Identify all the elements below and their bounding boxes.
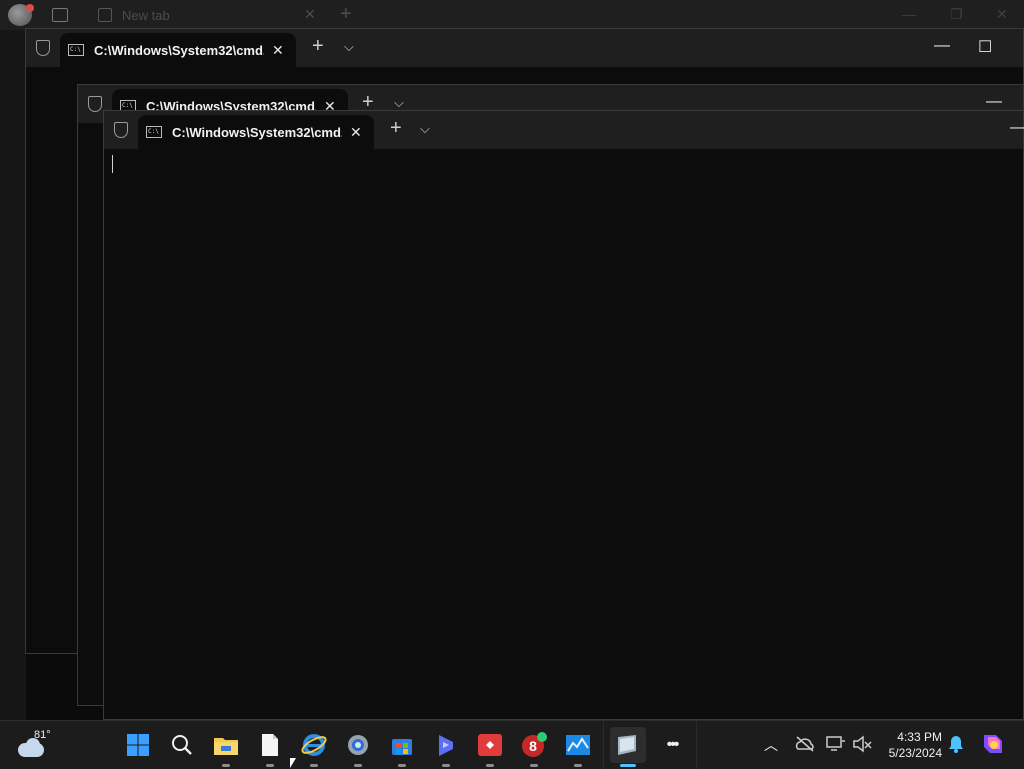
running-indicator <box>442 764 450 767</box>
terminal-taskbar-button[interactable] <box>610 727 646 767</box>
performance-monitor-button[interactable] <box>560 727 596 767</box>
running-indicator <box>398 764 406 767</box>
terminal-tab[interactable]: C:\ C:\Windows\System32\cmd.e ✕ <box>60 33 296 67</box>
running-indicator <box>222 764 230 767</box>
minimize-icon[interactable]: — <box>1010 119 1024 137</box>
browser-close-icon[interactable]: ✕ <box>996 6 1008 23</box>
notification-dot <box>26 4 34 12</box>
running-indicator <box>266 764 274 767</box>
browser-tab-close-icon[interactable]: ✕ <box>304 6 316 23</box>
bing-button[interactable] <box>428 727 464 767</box>
store-button[interactable] <box>384 727 420 767</box>
anydesk-icon <box>478 734 502 756</box>
internet-explorer-button[interactable] <box>296 727 332 767</box>
tab-close-icon[interactable]: ✕ <box>350 124 362 141</box>
chevron-down-icon[interactable]: ⌵ <box>394 95 404 111</box>
browser-restore-icon[interactable]: ❐ <box>950 6 963 23</box>
anydesk-button[interactable] <box>472 727 508 767</box>
clock[interactable]: 4:33 PM 5/23/2024 <box>889 729 942 761</box>
browser-new-tab-icon[interactable]: + <box>340 3 352 26</box>
store-icon <box>392 739 412 755</box>
taskbar-separator <box>603 721 604 769</box>
weather-widget[interactable]: 81° <box>14 729 54 763</box>
minimize-icon[interactable]: — <box>986 93 1002 111</box>
active-indicator <box>620 764 636 767</box>
internet-explorer-icon <box>301 734 327 756</box>
running-indicator <box>486 764 494 767</box>
terminal-titlebar[interactable]: C:\ C:\Windows\System32\cmd.e ✕ + ⌵ — ☐ <box>26 29 1023 67</box>
gear-icon <box>348 735 368 755</box>
running-indicator <box>574 764 582 767</box>
notification-bell-icon[interactable] <box>948 735 964 753</box>
chevron-down-icon[interactable]: ⌵ <box>420 121 430 137</box>
more-apps-button[interactable]: ••• <box>654 727 690 763</box>
running-indicator <box>310 764 318 767</box>
clock-date: 5/23/2024 <box>888 746 942 760</box>
clock-time: 4:33 PM <box>897 730 942 744</box>
folder-icon <box>214 738 238 755</box>
chart-icon <box>566 735 590 755</box>
tab-actions-icon[interactable] <box>52 8 68 22</box>
taskbar-separator <box>696 721 697 769</box>
settings-button[interactable] <box>340 727 376 767</box>
network-icon[interactable] <box>826 735 846 753</box>
shield-icon <box>36 40 50 56</box>
copilot-icon[interactable] <box>980 731 1006 757</box>
terminal-icon <box>618 735 636 755</box>
file-explorer-button[interactable] <box>208 727 244 767</box>
windows-start-icon <box>127 734 149 756</box>
new-tab-page-icon <box>98 8 112 22</box>
terminal-tab-title: C:\Windows\System32\cmd.e <box>94 42 264 58</box>
running-indicator <box>530 764 538 767</box>
document-icon <box>262 734 278 756</box>
terminal-titlebar[interactable]: C:\ C:\Windows\System32\cmd.e ✕ + ⌵ — <box>104 111 1024 149</box>
browser-tab-label: New tab <box>122 7 170 23</box>
new-tab-plus-icon[interactable]: + <box>312 35 324 58</box>
minimize-icon[interactable]: — <box>934 37 950 55</box>
cmd-icon: C:\ <box>146 126 162 138</box>
desktop-area <box>0 30 26 720</box>
mouse-pointer <box>290 758 296 768</box>
search-icon <box>172 735 192 755</box>
terminal-tab-title: C:\Windows\System32\cmd.e <box>172 124 342 140</box>
number-eight-icon: 8 <box>522 732 547 757</box>
taskbar: 81° 8 ••• ︿ 4:33 PM 5/23/2024 <box>0 720 1024 769</box>
search-button[interactable] <box>164 727 200 763</box>
cmd-icon: C:\ <box>68 44 84 56</box>
notepad-button[interactable] <box>252 727 288 767</box>
new-tab-plus-icon[interactable]: + <box>390 117 402 140</box>
tab-close-icon[interactable]: ✕ <box>272 42 284 59</box>
chevron-down-icon[interactable]: ⌵ <box>344 39 354 55</box>
app-8-button[interactable]: 8 <box>516 727 552 767</box>
terminal-tab[interactable]: C:\ C:\Windows\System32\cmd.e ✕ <box>138 115 374 149</box>
bing-icon <box>439 735 453 756</box>
text-cursor[interactable] <box>112 155 113 173</box>
profile-avatar[interactable] <box>8 4 34 26</box>
terminal-window-3[interactable]: C:\ C:\Windows\System32\cmd.e ✕ + ⌵ — <box>103 110 1024 720</box>
cloud-icon-base <box>18 743 44 757</box>
chevron-up-icon[interactable]: ︿ <box>764 735 778 755</box>
maximize-icon[interactable]: ☐ <box>978 37 992 57</box>
shield-icon <box>88 96 102 112</box>
shield-icon <box>114 122 128 138</box>
start-button[interactable] <box>120 727 156 763</box>
background-browser-titlebar: New tab ✕ + — ❐ ✕ <box>0 0 1024 30</box>
svg-text:8: 8 <box>529 738 537 754</box>
running-indicator <box>354 764 362 767</box>
volume-muted-icon[interactable] <box>852 735 872 753</box>
browser-minimize-icon[interactable]: — <box>902 6 916 22</box>
onedrive-offline-icon[interactable] <box>794 735 816 753</box>
browser-tab-new[interactable]: New tab <box>98 0 170 30</box>
